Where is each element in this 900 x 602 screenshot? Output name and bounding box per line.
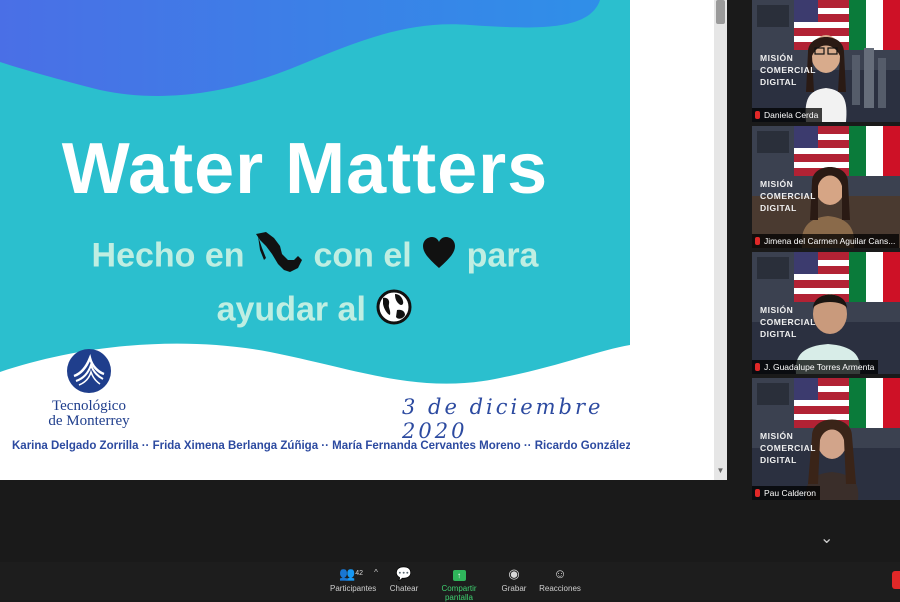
bg-text-line: MISIÓN (760, 53, 794, 63)
participants-label: Participantes (330, 584, 377, 593)
bg-text-line: MISIÓN (760, 431, 794, 441)
participant-name-label: J. Guadalupe Torres Armenta (752, 360, 879, 374)
chat-icon: 💬 (395, 566, 413, 581)
participant-name: Pau Calderon (764, 488, 816, 498)
subtitle-text: Hecho en (91, 236, 245, 275)
background-text: MISIÓN COMERCIAL DIGITAL (760, 430, 816, 466)
participant-name-label: Pau Calderon (752, 486, 820, 500)
bg-text-line: MISIÓN (760, 179, 794, 189)
participants-icon: 👥42 (339, 566, 363, 581)
mic-muted-icon (755, 489, 760, 497)
slide-title: Water Matters (61, 129, 549, 209)
chat-label: Chatear (389, 584, 419, 593)
bg-text-line: DIGITAL (760, 203, 797, 213)
presentation-slide: Water Matters Hecho en con el para ayuda… (0, 0, 630, 480)
slide-date: 3 de diciembre 2020 (402, 395, 604, 443)
participant-name-label: Jimena del Carmen Aguilar Cans... (752, 234, 900, 248)
reactions-button[interactable]: ☺ Reacciones (538, 564, 582, 593)
participant-name: Jimena del Carmen Aguilar Cans... (764, 236, 896, 246)
bg-text-line: DIGITAL (760, 455, 797, 465)
bg-text-line: MISIÓN (760, 305, 794, 315)
mic-muted-icon (755, 363, 760, 371)
participants-count: 42 (355, 570, 363, 577)
participants-button[interactable]: 👥42 Participantes (330, 564, 377, 593)
reactions-icon: ☺ (553, 566, 567, 581)
record-label: Grabar (501, 584, 527, 593)
share-screen-button[interactable]: ↑ Compartir pantalla (428, 564, 490, 602)
bg-text-line: COMERCIAL (760, 191, 816, 201)
reactions-label: Reacciones (539, 584, 581, 593)
participant-tile[interactable]: MISIÓN COMERCIAL DIGITAL Daniela Cerda (752, 0, 900, 122)
logo-line2: de Monterrey (48, 413, 130, 429)
tec-monterrey-logo: Tecnológico de Monterrey (44, 348, 134, 429)
share-screen-icon: ↑ (428, 564, 490, 584)
scrollbar-thumb[interactable] (716, 0, 725, 24)
participants-options-chevron-icon[interactable]: ^ (372, 568, 380, 577)
heart-icon (421, 235, 457, 280)
participant-name: Daniela Cerda (764, 110, 819, 120)
participant-name: J. Guadalupe Torres Armenta (764, 362, 875, 372)
tec-logo-icon (67, 349, 111, 393)
shared-screen: Water Matters Hecho en con el para ayuda… (0, 0, 727, 480)
mexico-map-icon (254, 230, 304, 285)
slide-subtitle-line1: Hecho en con el para (0, 230, 630, 285)
bg-text-line: COMERCIAL (760, 443, 816, 453)
subtitle-text: con el (313, 236, 412, 275)
participant-tile[interactable]: MISIÓN COMERCIAL DIGITAL Jimena del Carm… (752, 126, 900, 248)
vertical-scrollbar[interactable]: ▼ (714, 0, 727, 480)
subtitle-text: ayudar al (216, 290, 366, 329)
subtitle-text: para (466, 236, 539, 275)
participant-tile[interactable]: MISIÓN COMERCIAL DIGITAL J. Guadalupe To… (752, 252, 900, 374)
background-text: MISIÓN COMERCIAL DIGITAL (760, 52, 816, 88)
scroll-down-icon[interactable]: ▼ (716, 466, 725, 478)
mic-muted-icon (755, 237, 760, 245)
share-screen-label: Compartir pantalla (441, 584, 477, 602)
bg-text-line: COMERCIAL (760, 65, 816, 75)
logo-line1: Tecnológico (52, 398, 126, 414)
bg-text-line: DIGITAL (760, 329, 797, 339)
bg-text-line: DIGITAL (760, 77, 797, 87)
record-button[interactable]: ◉ Grabar (500, 564, 528, 593)
background-text: MISIÓN COMERCIAL DIGITAL (760, 304, 816, 340)
bg-text-line: COMERCIAL (760, 317, 816, 327)
background-text: MISIÓN COMERCIAL DIGITAL (760, 178, 816, 214)
participant-tile[interactable]: MISIÓN COMERCIAL DIGITAL Pau Calderon (752, 378, 900, 500)
participant-name-label: Daniela Cerda (752, 108, 823, 122)
mic-muted-icon (755, 111, 760, 119)
meeting-toolbar: 👥42 Participantes ^ 💬 Chatear ↑ Comparti… (0, 562, 900, 602)
record-icon: ◉ (508, 566, 520, 581)
end-meeting-button[interactable] (892, 571, 900, 589)
slide-subtitle-line2: ayudar al (0, 288, 630, 335)
chat-button[interactable]: 💬 Chatear (388, 564, 420, 593)
slide-authors: Karina Delgado Zorrilla ·· Frida Ximena … (12, 440, 630, 452)
chevron-down-icon[interactable]: ⌄ (820, 528, 833, 548)
globe-icon (375, 288, 413, 335)
